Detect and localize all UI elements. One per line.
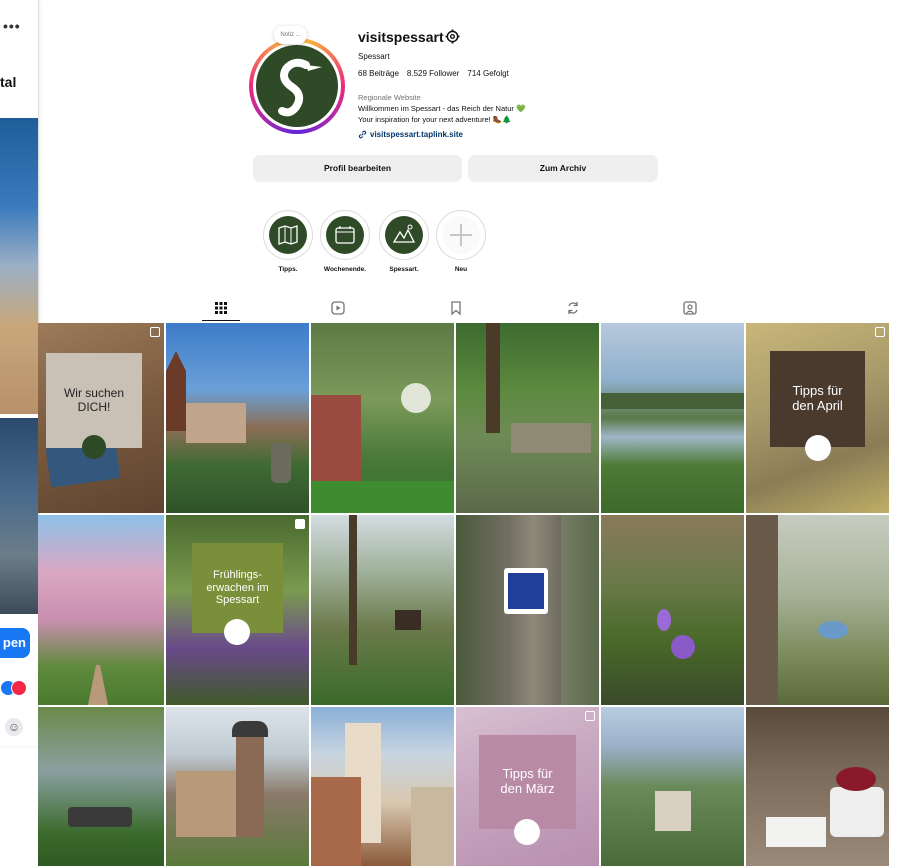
posts-count: 68 Beiträge [358, 69, 399, 78]
highlight-label: Wochenende. [323, 266, 367, 273]
card-text: Frühlings-erwachen im Spessart [206, 569, 269, 607]
text-card: Tipps für den April [770, 351, 865, 447]
partial-action-button[interactable]: pen [0, 628, 30, 658]
post-tile[interactable] [311, 323, 454, 513]
more-options-icon[interactable]: ••• [3, 18, 21, 34]
post-tile[interactable] [601, 323, 744, 513]
reels-icon[interactable] [330, 300, 346, 316]
bio-line-2: Your inspiration for your next adventure… [358, 115, 512, 124]
reactions [0, 680, 30, 696]
spessart-logo-icon [278, 58, 322, 117]
post-tile[interactable] [311, 707, 454, 866]
username: visitspessart [358, 29, 444, 45]
text-card: Tipps für den März [479, 735, 576, 829]
post-tile[interactable]: Tipps für den April [746, 323, 889, 513]
active-tab-indicator [202, 320, 240, 321]
post-tile[interactable] [746, 707, 889, 866]
profile-link[interactable]: visitspessart.taplink.site [358, 130, 463, 139]
post-tile[interactable] [456, 515, 599, 705]
repost-icon[interactable] [565, 300, 581, 316]
avatar[interactable] [256, 45, 338, 127]
plus-icon [450, 224, 472, 246]
highlight-label: Tipps. [278, 266, 298, 273]
followers-count[interactable]: 8.529 Follower [407, 69, 459, 78]
link-text[interactable]: visitspessart.taplink.site [370, 130, 463, 139]
full-name: Spessart [358, 52, 390, 61]
post-tile[interactable]: Wir suchen DICH! [38, 323, 164, 513]
multi-post-icon [875, 327, 885, 337]
post-tile[interactable] [166, 707, 309, 866]
post-tile[interactable] [38, 515, 164, 705]
bio-line-1: Willkommen im Spessart - das Reich der N… [358, 104, 526, 113]
map-icon [278, 225, 298, 245]
partial-title: tal [0, 74, 17, 90]
note-bubble[interactable]: Notiz ... [274, 26, 307, 44]
link-icon [358, 130, 367, 139]
profile-stats: 68 Beiträge 8.529 Follower 714 Gefolgt [358, 69, 509, 78]
highlight-tipps[interactable]: Tipps. [263, 210, 313, 273]
gear-icon[interactable] [445, 29, 460, 44]
post-grid: Wir suchen DICH! Tipps für den April Frü… [38, 323, 889, 866]
reel-icon [295, 519, 305, 529]
smiley-icon[interactable]: ☺ [5, 718, 23, 736]
landscape-icon [392, 224, 416, 243]
multi-post-icon [150, 327, 160, 337]
card-text: Wir suchen DICH! [63, 385, 125, 414]
post-tile[interactable] [38, 707, 164, 866]
category-label: Regionale Website [358, 93, 421, 102]
love-reaction-icon [11, 680, 27, 696]
bookmark-icon[interactable] [448, 300, 464, 316]
post-tile[interactable] [456, 323, 599, 513]
post-tile[interactable] [746, 515, 889, 705]
partial-photo-1 [0, 118, 38, 414]
multi-post-icon [585, 711, 595, 721]
highlight-spessart[interactable]: Spessart. [379, 210, 429, 273]
post-tile[interactable] [601, 707, 744, 866]
avatar-story-ring[interactable] [249, 38, 345, 134]
text-card: Wir suchen DICH! [46, 353, 142, 448]
post-tile[interactable] [166, 323, 309, 513]
highlight-wochenende[interactable]: Wochenende. [320, 210, 370, 273]
post-tile[interactable] [311, 515, 454, 705]
post-tile[interactable]: Frühlings-erwachen im Spessart [166, 515, 309, 705]
partial-photo-2 [0, 418, 38, 614]
highlight-new[interactable]: Neu [436, 210, 486, 273]
grid-icon[interactable] [213, 300, 229, 316]
highlight-label: Spessart. [389, 266, 419, 273]
left-background-window: ••• tal pen ☺ [0, 0, 39, 746]
card-text: Tipps für den März [500, 766, 555, 796]
post-tile[interactable] [601, 515, 744, 705]
highlight-label: Neu [454, 266, 468, 273]
post-tile[interactable]: Tipps für den März [456, 707, 599, 866]
edit-profile-button[interactable]: Profil bearbeiten [253, 155, 462, 182]
tagged-icon[interactable] [682, 300, 698, 316]
calendar-icon [335, 226, 355, 244]
card-text: Tipps für den April [792, 383, 843, 413]
archive-button[interactable]: Zum Archiv [468, 155, 658, 182]
following-count[interactable]: 714 Gefolgt [467, 69, 508, 78]
